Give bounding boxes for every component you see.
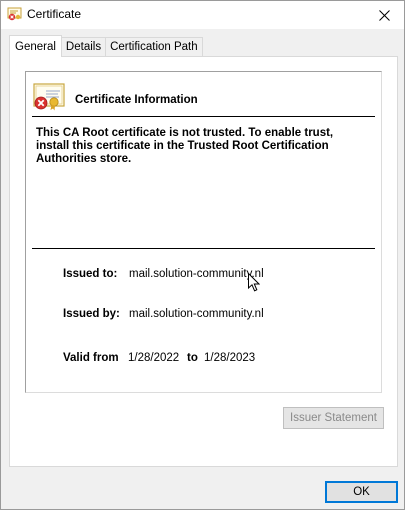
- divider: [32, 248, 375, 249]
- close-icon: [378, 9, 390, 21]
- certificate-info-frame: Certificate Information This CA Root cer…: [25, 71, 382, 393]
- valid-to-label: to: [187, 352, 198, 364]
- validity-row: Valid from 1/28/2022 to 1/28/2023: [63, 352, 255, 364]
- window-title: Certificate: [27, 7, 82, 21]
- close-button[interactable]: [364, 1, 404, 29]
- issued-by-row: Issued by: mail.solution-community.nl: [63, 308, 264, 320]
- issued-by-label: Issued by:: [63, 308, 120, 320]
- general-tab-panel: Certificate Information This CA Root cer…: [9, 56, 398, 467]
- issued-to-value: mail.solution-community.nl: [129, 268, 264, 280]
- valid-from-value: 1/28/2022: [128, 352, 180, 364]
- tab-label: General: [15, 40, 56, 53]
- certificate-info-heading: Certificate Information: [75, 94, 198, 106]
- divider: [32, 116, 375, 117]
- tab-certification-path[interactable]: Certification Path: [105, 37, 203, 56]
- certificate-icon: [7, 7, 22, 21]
- issuer-statement-button[interactable]: Issuer Statement: [283, 407, 384, 429]
- tab-details[interactable]: Details: [60, 37, 107, 56]
- issued-to-label: Issued to:: [63, 268, 118, 280]
- title-bar[interactable]: Certificate: [1, 1, 404, 29]
- certificate-error-icon: [33, 83, 65, 111]
- tab-label: Details: [65, 41, 102, 53]
- mouse-cursor-icon: [248, 273, 260, 292]
- valid-to-value: 1/28/2023: [204, 352, 256, 364]
- tab-general[interactable]: General: [9, 35, 62, 57]
- tab-strip: General Details Certification Path: [9, 35, 203, 57]
- trust-warning-text: This CA Root certificate is not trusted.…: [36, 127, 334, 165]
- valid-from-label: Valid from: [63, 352, 119, 364]
- tab-label: Certification Path: [110, 41, 198, 53]
- issued-to-row: Issued to: mail.solution-community.nl: [63, 268, 264, 280]
- issued-by-value: mail.solution-community.nl: [129, 308, 264, 320]
- certificate-dialog: Certificate General Details Certificatio…: [0, 0, 405, 510]
- ok-button[interactable]: OK: [325, 481, 398, 503]
